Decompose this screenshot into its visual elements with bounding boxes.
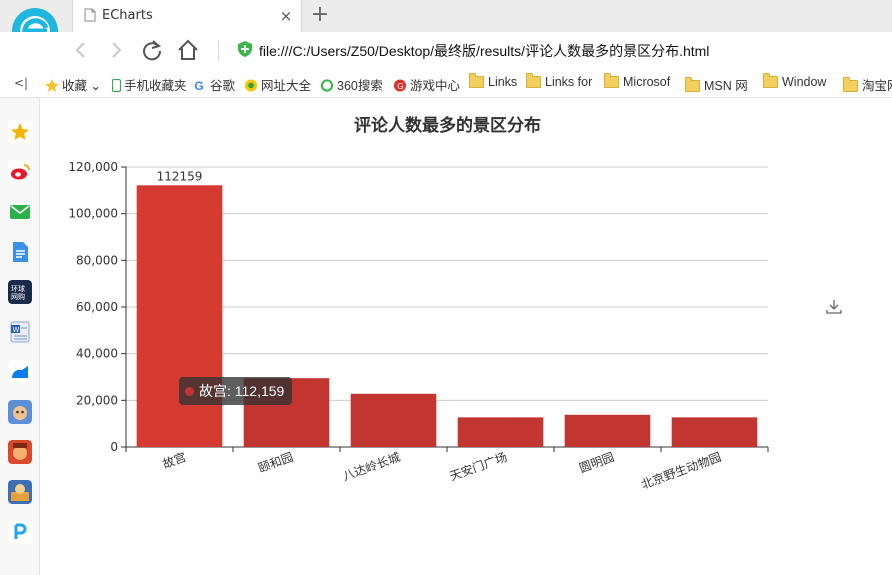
svg-text:W: W: [13, 326, 20, 334]
x-tick-label: 北京野生动物园: [639, 450, 723, 492]
x-tick-label: 故宫: [160, 449, 188, 471]
new-tab-button[interactable]: +: [308, 4, 332, 28]
page-icon: [84, 8, 96, 22]
tab-title: ECharts: [102, 8, 153, 23]
folder-icon: [763, 73, 778, 88]
app-icon[interactable]: [8, 520, 32, 544]
bar: [564, 414, 651, 447]
bookmark-game-center[interactable]: G 游戏中心: [393, 75, 460, 93]
game2-icon[interactable]: [8, 440, 32, 464]
nav-separator: [218, 41, 219, 61]
bookmark-google[interactable]: G 谷歌: [193, 75, 235, 93]
bookmarks-bar: <| 收藏 ⌄ 手机收藏夹 G 谷歌 网址大全 360搜索 G 游戏中心 Links…: [0, 68, 892, 98]
folder-icon: [685, 77, 700, 92]
folder-icon: [469, 73, 484, 88]
bookmark-site-directory[interactable]: 网址大全: [244, 75, 311, 93]
news-icon[interactable]: 环球网购: [8, 280, 32, 304]
svg-text:环球: 环球: [11, 284, 25, 293]
bar: [136, 185, 223, 448]
bookmark-favorites[interactable]: 收藏 ⌄: [45, 75, 101, 93]
browser-title-bar: ECharts × +: [0, 0, 892, 32]
secure-shield-icon[interactable]: [238, 41, 252, 57]
bar-data-label: 112159: [157, 169, 203, 183]
y-tick-label: 40,000: [76, 347, 118, 361]
x-tick-label: 八达岭长城: [341, 450, 402, 484]
chart-container: 评论人数最多的景区分布 0 20,000 40,000 60,000 80,000 100…: [40, 98, 892, 575]
svg-text:G: G: [397, 81, 404, 91]
game1-icon[interactable]: [8, 400, 32, 424]
favorites-star-icon[interactable]: [8, 120, 32, 144]
y-tick-label: 20,000: [76, 393, 118, 407]
collapse-sidebar-icon[interactable]: <|: [14, 76, 28, 90]
cloud-drive-icon[interactable]: [8, 360, 32, 384]
document-icon[interactable]: [8, 240, 32, 264]
360-icon: [320, 79, 334, 92]
x-tick-label: 天安门广场: [448, 449, 510, 484]
folder-icon: [843, 77, 858, 92]
reload-icon[interactable]: [139, 38, 165, 62]
y-tick-label: 100,000: [68, 207, 118, 221]
phone-icon: [112, 79, 121, 92]
bookmark-windows[interactable]: Window: [763, 73, 826, 91]
globe-icon: [244, 79, 258, 92]
bookmark-mobile[interactable]: 手机收藏夹: [112, 75, 187, 93]
bookmark-links[interactable]: Links: [469, 73, 517, 91]
bookmark-links-for[interactable]: Links for: [526, 73, 592, 91]
tab-echarts[interactable]: ECharts ×: [72, 0, 302, 32]
y-tick-label: 80,000: [76, 253, 118, 267]
home-icon[interactable]: [175, 38, 201, 62]
navigation-bar: file:///C:/Users/Z50/Desktop/最终版/results…: [0, 32, 892, 68]
bookmark-taobao[interactable]: 淘宝网: [843, 75, 892, 93]
game-icon: G: [393, 79, 407, 92]
tooltip-text: 故宫: 112,159: [199, 383, 285, 399]
left-sidebar: 环球 网购 W: [0, 98, 40, 575]
bar: [457, 417, 544, 447]
x-tick-label: 圆明园: [577, 450, 616, 475]
bookmark-microsoft[interactable]: Microsof: [604, 73, 670, 91]
game3-icon[interactable]: [8, 480, 32, 504]
mail-icon[interactable]: [8, 200, 32, 224]
bar-chart: 0 20,000 40,000 60,000 80,000 100,000 120,000 故…: [68, 160, 769, 492]
tooltip-marker: [185, 387, 194, 396]
y-tick-label: 60,000: [76, 300, 118, 314]
google-icon: G: [194, 79, 203, 92]
tab-close-icon[interactable]: ×: [277, 7, 295, 25]
bar: [350, 393, 437, 447]
back-icon[interactable]: [68, 38, 94, 62]
svg-text:G: G: [194, 79, 203, 92]
x-tick-label: 颐和园: [256, 450, 295, 475]
y-tick-label: 0: [110, 440, 118, 454]
word-icon[interactable]: W: [8, 320, 32, 344]
address-bar[interactable]: file:///C:/Users/Z50/Desktop/最终版/results…: [259, 41, 709, 61]
forward-icon[interactable]: [103, 38, 129, 62]
chart-tooltip: 故宫: 112,159: [179, 377, 293, 405]
bar: [671, 417, 758, 447]
y-tick-label: 120,000: [68, 160, 118, 174]
bookmark-360-search[interactable]: 360搜索: [320, 75, 383, 93]
download-icon[interactable]: [826, 299, 842, 315]
svg-text:网购: 网购: [11, 292, 25, 301]
weibo-icon[interactable]: [8, 160, 32, 184]
folder-icon: [604, 73, 619, 88]
star-icon: [45, 79, 59, 92]
folder-icon: [526, 73, 541, 88]
bookmark-msn[interactable]: MSN 网: [685, 75, 748, 93]
